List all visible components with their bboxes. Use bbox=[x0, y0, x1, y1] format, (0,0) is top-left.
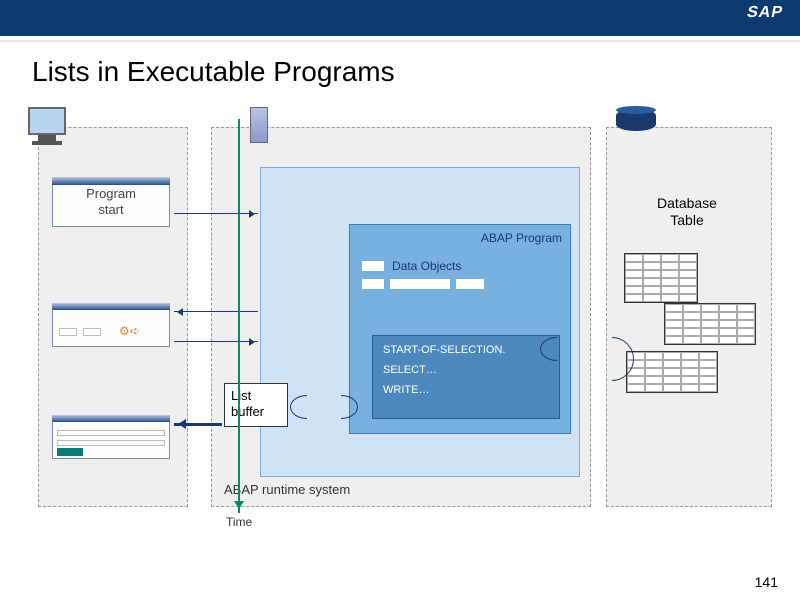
code-line-2: SELECT… bbox=[383, 364, 549, 376]
arrow bbox=[174, 341, 258, 342]
curve-connector bbox=[590, 337, 634, 381]
monitor-icon bbox=[28, 107, 66, 145]
runtime-label: ABAP runtime system bbox=[224, 482, 350, 497]
server-icon bbox=[250, 107, 268, 143]
db-table-3 bbox=[626, 351, 718, 393]
time-label: Time bbox=[226, 515, 252, 529]
list-buffer-box: List buffer bbox=[224, 383, 288, 427]
list-buffer-label: List buffer bbox=[231, 388, 264, 419]
time-axis bbox=[238, 119, 240, 513]
abap-program-label: ABAP Program bbox=[350, 225, 570, 245]
code-line-1: START-OF-SELECTION. bbox=[383, 344, 549, 356]
page-title: Lists in Executable Programs bbox=[0, 42, 800, 88]
arrow bbox=[174, 213, 258, 214]
data-chip bbox=[390, 279, 450, 289]
header-bar: SAP bbox=[0, 0, 800, 36]
data-chip bbox=[362, 279, 384, 289]
execute-icon: ⚙➪ bbox=[119, 324, 140, 338]
db-table-2 bbox=[664, 303, 756, 345]
diagram-canvas: Program start ⚙➪ ABAP Program Data Objec… bbox=[28, 115, 772, 545]
data-objects-label: Data Objects bbox=[392, 259, 461, 273]
list-output-box bbox=[52, 415, 170, 459]
program-start-box: Program start bbox=[52, 177, 170, 227]
abap-program-container: ABAP Program Data Objects START-OF-SELEC… bbox=[349, 224, 571, 434]
database-icon bbox=[616, 109, 656, 131]
data-chip bbox=[456, 279, 484, 289]
db-table-1 bbox=[624, 253, 698, 303]
arrow-thick bbox=[174, 423, 222, 426]
page-number: 141 bbox=[755, 574, 778, 590]
selection-screen-box: ⚙➪ bbox=[52, 303, 170, 347]
code-block: START-OF-SELECTION. SELECT… WRITE… bbox=[372, 335, 560, 419]
data-object-chip bbox=[362, 261, 384, 271]
runtime-container: ABAP Program Data Objects START-OF-SELEC… bbox=[260, 167, 580, 477]
sap-logo: SAP bbox=[733, 0, 797, 28]
arrow bbox=[174, 311, 258, 312]
database-table-label: Database Table bbox=[642, 195, 732, 229]
code-line-3: WRITE… bbox=[383, 384, 549, 396]
program-start-label: Program start bbox=[86, 186, 136, 217]
